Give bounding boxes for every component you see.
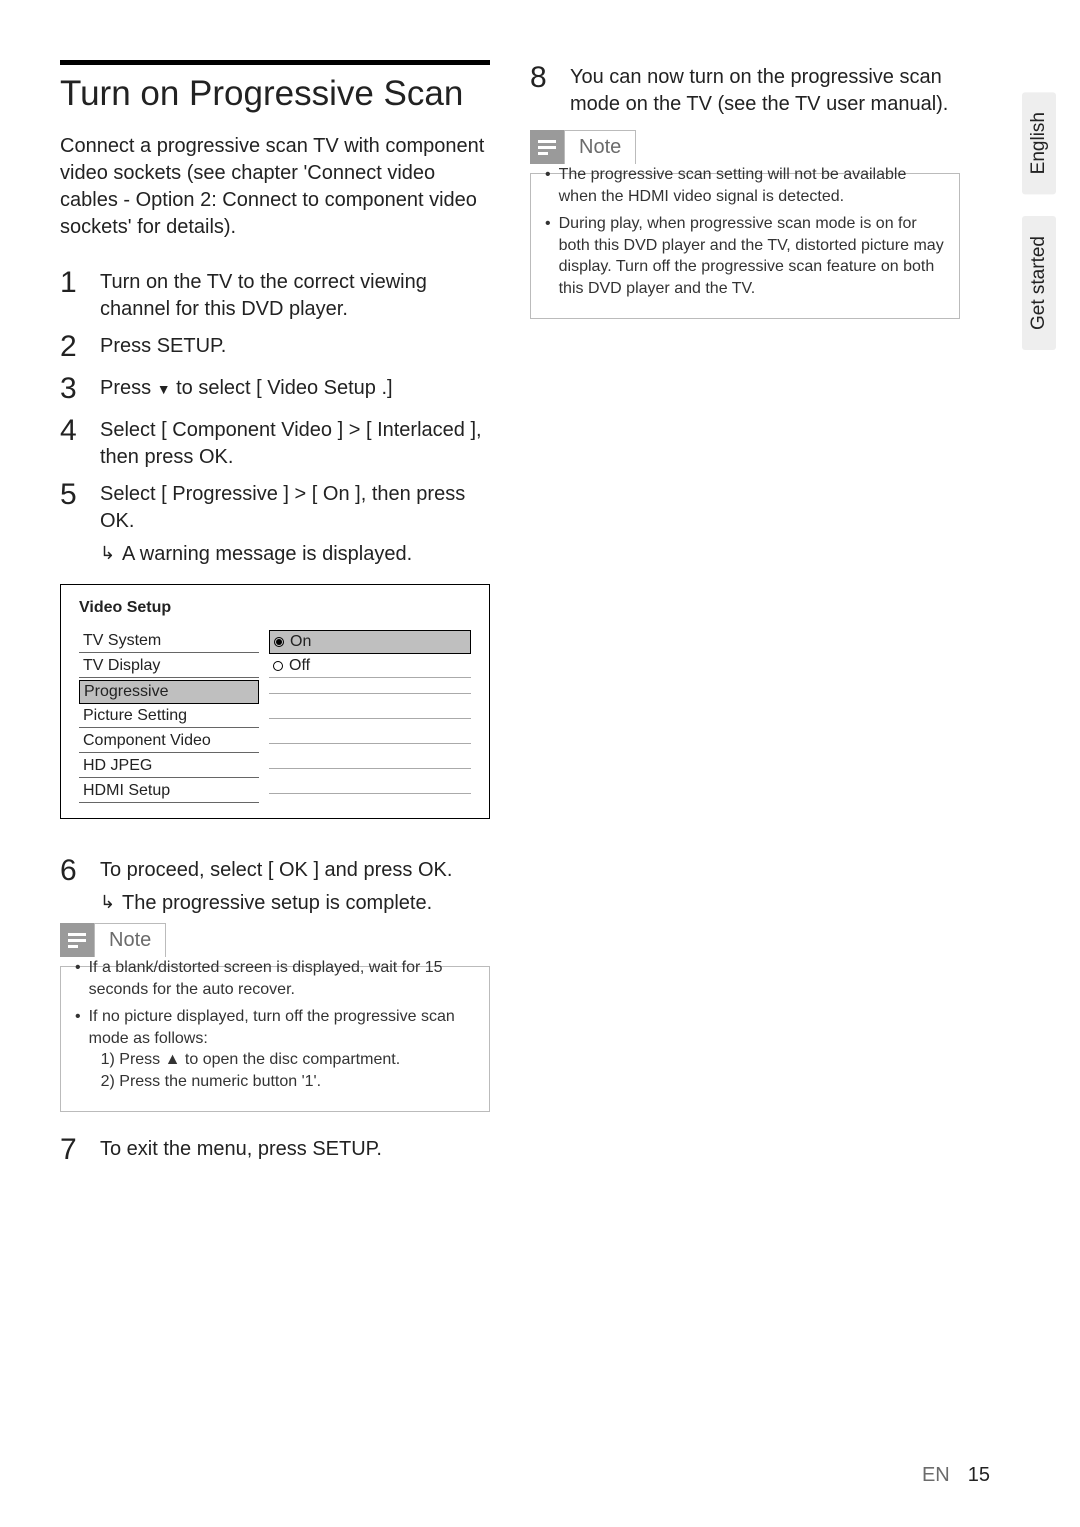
down-arrow-icon: ▼ bbox=[157, 380, 171, 399]
side-tab-language: English bbox=[1022, 92, 1056, 194]
step-text: To proceed, select [ OK ] and press OK. … bbox=[100, 853, 452, 917]
osd-item-hd-jpeg: HD JPEG bbox=[79, 755, 259, 778]
step-number: 3 bbox=[60, 371, 100, 407]
step-number: 4 bbox=[60, 413, 100, 449]
step-result: A warning message is displayed. bbox=[122, 541, 490, 568]
right-column: 8 You can now turn on the progressive sc… bbox=[530, 60, 960, 1174]
osd-empty-row bbox=[269, 714, 471, 719]
footer-lang: EN bbox=[922, 1464, 950, 1487]
side-tab-section: Get started bbox=[1022, 216, 1056, 350]
eject-icon: ▲ bbox=[165, 1049, 181, 1071]
osd-item-tv-system: TV System bbox=[79, 630, 259, 653]
step-6: 6 To proceed, select [ OK ] and press OK… bbox=[60, 853, 490, 917]
osd-item-component-video: Component Video bbox=[79, 730, 259, 753]
step-text: Turn on the TV to the correct viewing ch… bbox=[100, 265, 490, 323]
osd-menu-title: Video Setup bbox=[79, 599, 471, 617]
radio-off-icon bbox=[273, 661, 283, 671]
step-2: 2 Press SETUP. bbox=[60, 329, 490, 365]
step-text: To exit the menu, press SETUP. bbox=[100, 1132, 382, 1163]
section-heading: Turn on Progressive Scan bbox=[60, 73, 490, 115]
note-box-1: Note •If a blank/distorted screen is dis… bbox=[60, 923, 490, 1112]
note-bullet: The progressive scan setting will not be… bbox=[559, 164, 945, 207]
step-number: 8 bbox=[530, 60, 570, 96]
footer-page-number: 15 bbox=[968, 1464, 990, 1487]
step-number: 7 bbox=[60, 1132, 100, 1168]
step-result: The progressive setup is complete. bbox=[122, 890, 452, 917]
step-number: 5 bbox=[60, 477, 100, 513]
left-column: Turn on Progressive Scan Connect a progr… bbox=[60, 60, 490, 1174]
note-bullet: If a blank/distorted screen is displayed… bbox=[89, 957, 475, 1000]
osd-item-progressive: Progressive bbox=[79, 680, 259, 704]
note-label: Note bbox=[95, 929, 165, 952]
note-label: Note bbox=[565, 136, 635, 159]
osd-item-tv-display: TV Display bbox=[79, 655, 259, 678]
osd-empty-row bbox=[269, 764, 471, 769]
radio-on-icon bbox=[274, 637, 284, 647]
note-icon bbox=[530, 130, 564, 164]
osd-empty-row bbox=[269, 789, 471, 794]
note-icon bbox=[60, 923, 94, 957]
osd-option-on: On bbox=[269, 630, 471, 654]
step-text: Press SETUP. bbox=[100, 329, 226, 360]
step-7: 7 To exit the menu, press SETUP. bbox=[60, 1132, 490, 1168]
step-text: You can now turn on the progressive scan… bbox=[570, 60, 960, 118]
osd-item-picture-setting: Picture Setting bbox=[79, 705, 259, 728]
osd-item-hdmi-setup: HDMI Setup bbox=[79, 780, 259, 803]
note-bullet: If no picture displayed, turn off the pr… bbox=[89, 1006, 475, 1092]
result-arrow-icon: ↳ bbox=[100, 541, 114, 568]
note-bullet: During play, when progressive scan mode … bbox=[559, 213, 945, 299]
osd-menu-video-setup: Video Setup TV System On TV Display Off … bbox=[60, 584, 490, 819]
side-tabs: English Get started bbox=[1022, 92, 1056, 350]
osd-empty-row bbox=[269, 689, 471, 694]
step-3: 3 Press ▼ to select [ Video Setup .] bbox=[60, 371, 490, 407]
step-4: 4 Select [ Component Video ] > [ Interla… bbox=[60, 413, 490, 471]
manual-page: English Get started Turn on Progressive … bbox=[0, 0, 1080, 1527]
step-number: 2 bbox=[60, 329, 100, 365]
osd-option-off: Off bbox=[269, 655, 471, 678]
step-text: Press ▼ to select [ Video Setup .] bbox=[100, 371, 393, 402]
heading-rule bbox=[60, 60, 490, 65]
osd-empty-row bbox=[269, 739, 471, 744]
note-box-2: Note •The progressive scan setting will … bbox=[530, 130, 960, 319]
step-8: 8 You can now turn on the progressive sc… bbox=[530, 60, 960, 118]
result-arrow-icon: ↳ bbox=[100, 890, 114, 917]
step-text: Select [ Progressive ] > [ On ], then pr… bbox=[100, 477, 490, 568]
step-text: Select [ Component Video ] > [ Interlace… bbox=[100, 413, 490, 471]
intro-paragraph: Connect a progressive scan TV with compo… bbox=[60, 133, 490, 241]
step-number: 6 bbox=[60, 853, 100, 889]
step-number: 1 bbox=[60, 265, 100, 301]
page-footer: EN 15 bbox=[922, 1464, 990, 1487]
step-1: 1 Turn on the TV to the correct viewing … bbox=[60, 265, 490, 323]
step-5: 5 Select [ Progressive ] > [ On ], then … bbox=[60, 477, 490, 568]
